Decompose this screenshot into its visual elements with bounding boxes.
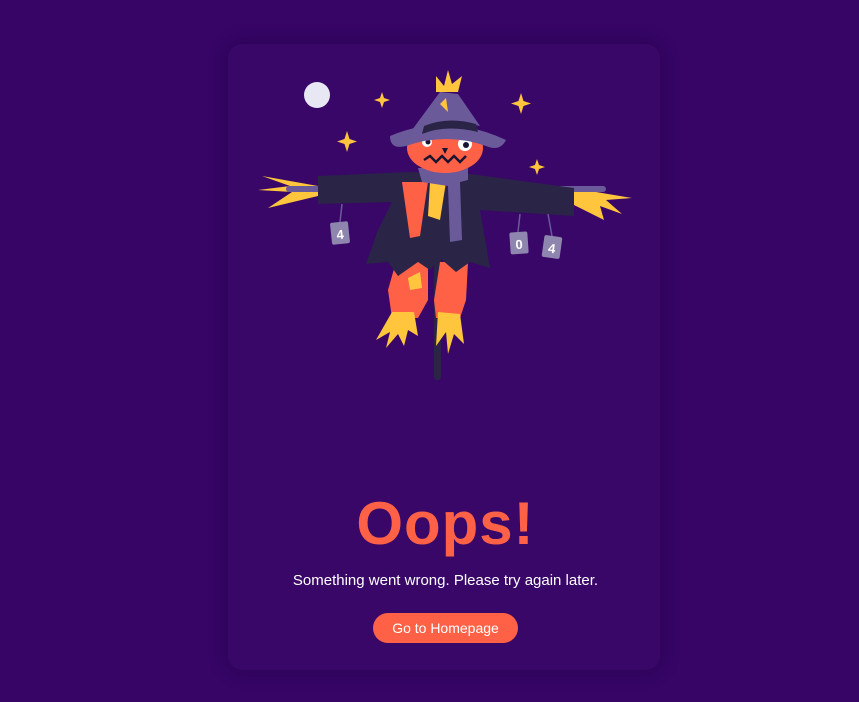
moon-icon: [304, 82, 330, 108]
can-right: 4: [541, 235, 563, 259]
scarecrow-illustration: 4 0 4: [258, 70, 632, 380]
right-leg: [434, 262, 468, 318]
error-page: 4 0 4 Oops! Something went wrong. Please…: [0, 0, 859, 702]
can-middle: 0: [509, 231, 529, 255]
star-icon: [337, 131, 357, 152]
right-hand-straw: [572, 188, 632, 220]
error-title: Oops!: [356, 490, 535, 557]
go-to-homepage-button[interactable]: Go to Homepage: [373, 613, 518, 643]
left-foot-straw: [376, 312, 418, 348]
can-left: 4: [330, 221, 350, 245]
error-message: Something went wrong. Please try again l…: [292, 572, 599, 589]
coat: [318, 172, 574, 276]
star-icon: [374, 92, 390, 108]
star-icon: [511, 93, 531, 114]
can-digit: 0: [515, 237, 523, 252]
star-icon: [529, 159, 545, 175]
hat-straw: [436, 70, 462, 92]
